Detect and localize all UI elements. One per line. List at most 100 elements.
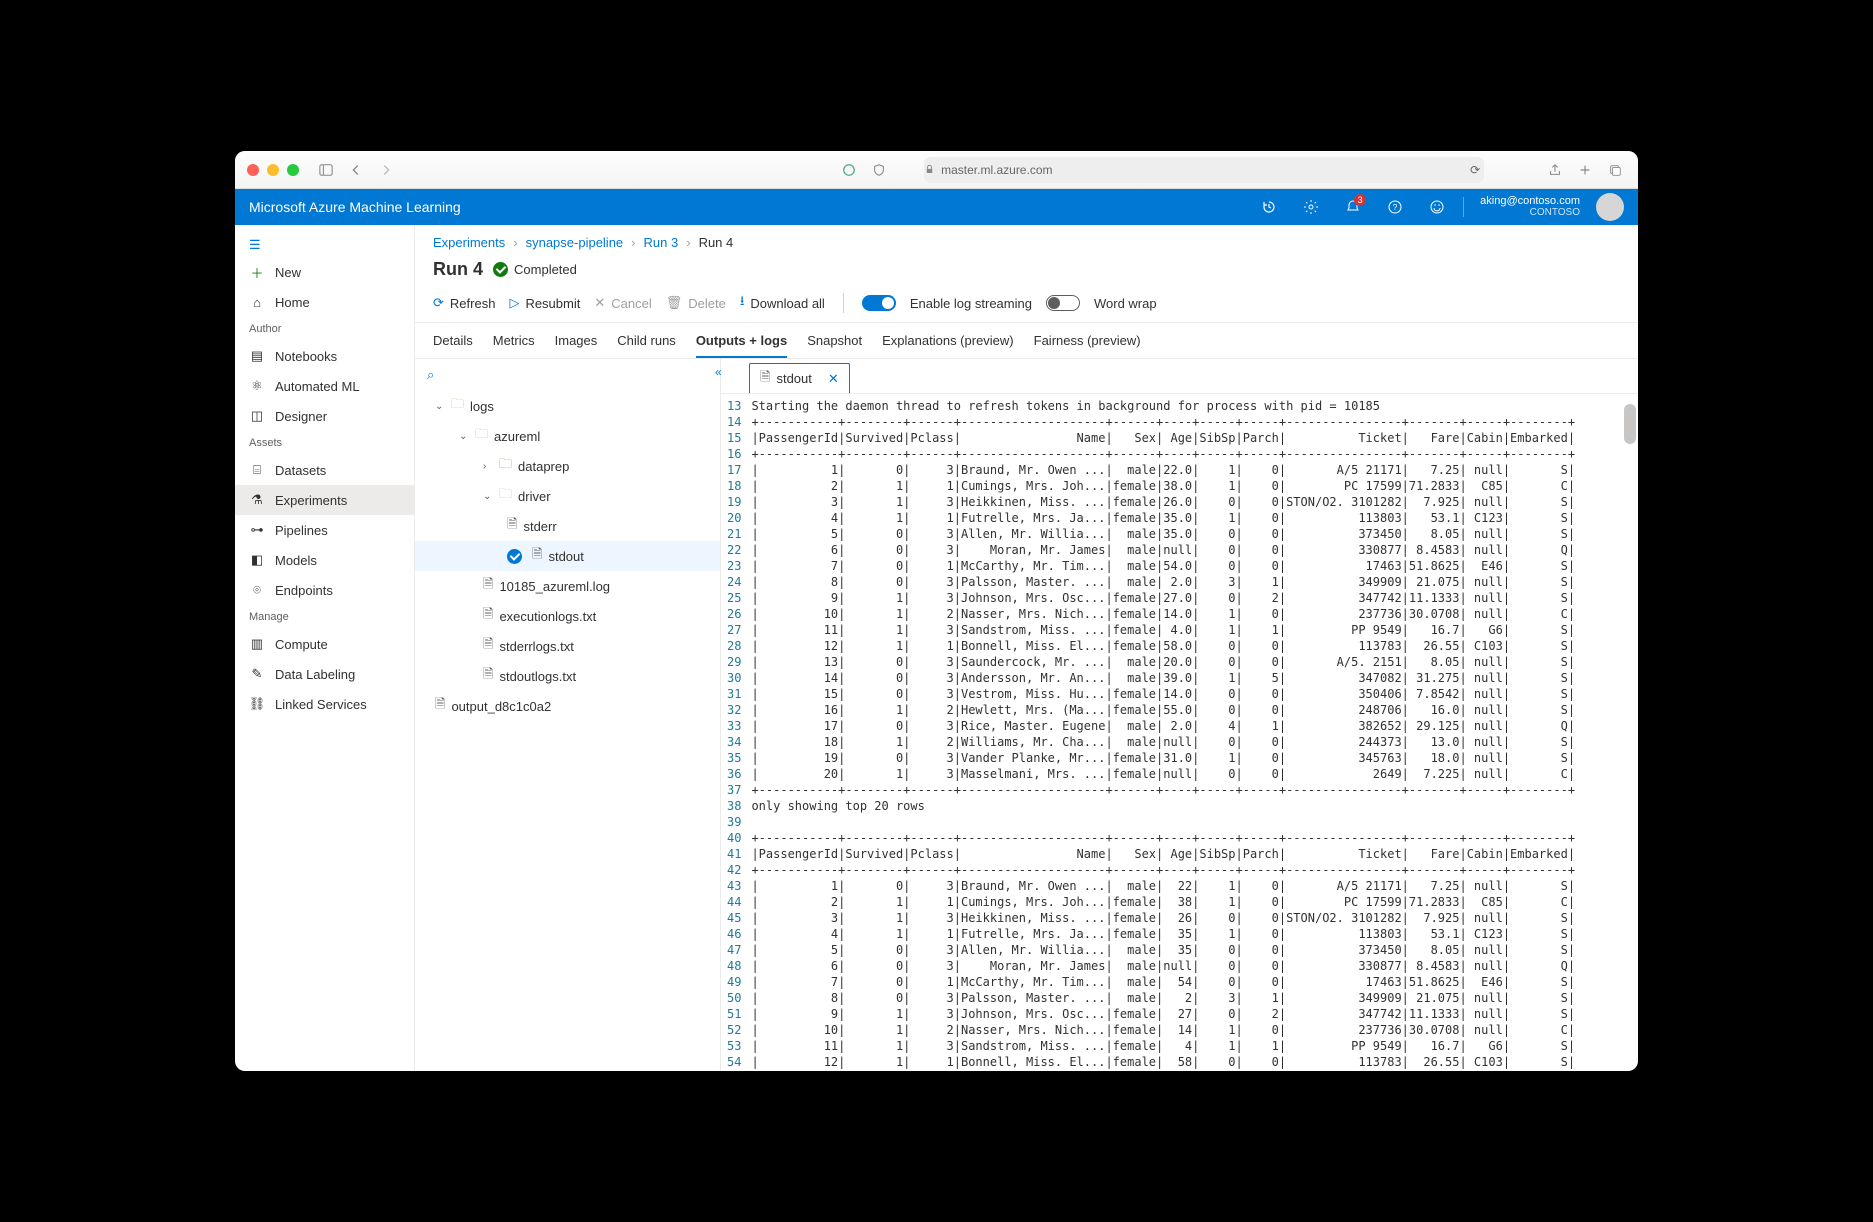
check-icon xyxy=(493,262,508,277)
new-tab-icon[interactable] xyxy=(1574,159,1596,181)
line-number: 15 xyxy=(727,430,741,446)
resubmit-button[interactable]: ▷Resubmit xyxy=(509,295,580,311)
sidebar-item-linked-services[interactable]: ⛓ Linked Services xyxy=(235,689,414,719)
tab-outputs-logs[interactable]: Outputs + logs xyxy=(696,333,787,358)
sidebar-item-label: Linked Services xyxy=(275,697,367,712)
forward-button[interactable] xyxy=(375,159,397,181)
button-label: Delete xyxy=(688,296,726,311)
sidebar-item-designer[interactable]: ◫Designer xyxy=(235,401,414,431)
file-tab-stdout[interactable]: 🗎 stdout ✕ xyxy=(749,363,850,393)
sidebar-item-data-labeling[interactable]: ✎Data Labeling xyxy=(235,659,414,689)
line-number: 33 xyxy=(727,718,741,734)
file-tree-pane: ⌕ ⌄🗀logs ⌄🗀azureml ›🗀dataprep ⌄🗀driver 🗎… xyxy=(415,359,721,1071)
tree-file-stderr[interactable]: 🗎stderr xyxy=(415,511,720,541)
file-icon: 🗎 xyxy=(483,635,493,657)
line-number: 54 xyxy=(727,1054,741,1070)
hamburger-icon[interactable]: ☰ xyxy=(235,233,414,257)
sidebar-item-label: Notebooks xyxy=(275,349,337,364)
line-number: 25 xyxy=(727,590,741,606)
tab-explanations-preview-[interactable]: Explanations (preview) xyxy=(882,333,1014,358)
tree-file-stdoutlogs[interactable]: 🗎stdoutlogs.txt xyxy=(415,661,720,691)
log-line: | 8| 0| 3|Palsson, Master. ...| male| 2|… xyxy=(751,990,1628,1006)
sidebar-item-compute[interactable]: ▥Compute xyxy=(235,629,414,659)
sidebar-toggle-icon[interactable] xyxy=(315,159,337,181)
zoom-window-button[interactable] xyxy=(287,164,299,176)
tab-fairness-preview-[interactable]: Fairness (preview) xyxy=(1034,333,1141,358)
line-number: 34 xyxy=(727,734,741,750)
avatar[interactable] xyxy=(1596,193,1624,221)
log-streaming-toggle[interactable] xyxy=(862,295,896,311)
address-bar[interactable]: master.ml.azure.com ⟳ xyxy=(924,157,1484,183)
sidebar-item-new[interactable]: ＋New xyxy=(235,257,414,287)
log-line: | 1| 0| 3|Braund, Mr. Owen ...| male|22.… xyxy=(751,462,1628,478)
search-icon[interactable]: ⌕ xyxy=(415,359,720,391)
privacy-icon[interactable] xyxy=(838,159,860,181)
collapse-pane-icon[interactable]: « xyxy=(715,365,733,383)
sidebar-item-label: Data Labeling xyxy=(275,667,355,682)
shield-icon[interactable] xyxy=(868,159,890,181)
tree-label: stderr xyxy=(523,519,556,534)
line-number: 22 xyxy=(727,542,741,558)
tree-file-executionlogs[interactable]: 🗎executionlogs.txt xyxy=(415,601,720,631)
toolbar-separator xyxy=(843,293,844,313)
share-icon[interactable] xyxy=(1544,159,1566,181)
tab-details[interactable]: Details xyxy=(433,333,473,358)
refresh-button[interactable]: ⟳Refresh xyxy=(433,295,495,311)
back-button[interactable] xyxy=(345,159,367,181)
selected-check-icon xyxy=(507,549,522,564)
tree-label: azureml xyxy=(494,429,540,444)
log-line: +-----------+--------+------+-----------… xyxy=(751,862,1628,878)
tree-folder-driver[interactable]: ⌄🗀driver xyxy=(415,481,720,511)
tab-metrics[interactable]: Metrics xyxy=(493,333,535,358)
sidebar-item-label: Compute xyxy=(275,637,328,652)
sidebar-item-automated-ml[interactable]: ⚛Automated ML xyxy=(235,371,414,401)
tabs-icon[interactable] xyxy=(1604,159,1626,181)
minimize-window-button[interactable] xyxy=(267,164,279,176)
tree-label: output_d8c1c0a2 xyxy=(451,699,551,714)
tree-file-azureml-log[interactable]: 🗎10185_azureml.log xyxy=(415,571,720,601)
tab-child-runs[interactable]: Child runs xyxy=(617,333,676,358)
help-icon[interactable]: ? xyxy=(1379,191,1411,223)
crumb-pipeline[interactable]: synapse-pipeline xyxy=(526,235,624,250)
crumb-run3[interactable]: Run 3 xyxy=(644,235,679,250)
sidebar-item-datasets[interactable]: ⌸Datasets xyxy=(235,455,414,485)
traffic-lights xyxy=(247,164,299,176)
tree-label: stdout xyxy=(548,549,583,564)
tab-images[interactable]: Images xyxy=(555,333,598,358)
scrollbar[interactable] xyxy=(1624,404,1636,1061)
log-content[interactable]: Starting the daemon thread to refresh to… xyxy=(751,394,1638,1071)
download-all-button[interactable]: ⭳Download all xyxy=(740,292,825,314)
brand-title: Microsoft Azure Machine Learning xyxy=(249,199,461,215)
scrollbar-thumb[interactable] xyxy=(1624,404,1636,444)
sidebar-item-notebooks[interactable]: ▤Notebooks xyxy=(235,341,414,371)
breadcrumb: Experiments› synapse-pipeline› Run 3› Ru… xyxy=(415,225,1638,259)
tab-snapshot[interactable]: Snapshot xyxy=(807,333,862,358)
sidebar-item-endpoints[interactable]: ⌾Endpoints xyxy=(235,575,414,605)
tree-folder-azureml[interactable]: ⌄🗀azureml xyxy=(415,421,720,451)
close-tab-icon[interactable]: ✕ xyxy=(828,371,839,387)
crumb-experiments[interactable]: Experiments xyxy=(433,235,505,250)
close-window-button[interactable] xyxy=(247,164,259,176)
word-wrap-toggle[interactable] xyxy=(1046,295,1080,311)
feedback-icon[interactable] xyxy=(1421,191,1453,223)
sidebar-item-experiments[interactable]: ⚗Experiments xyxy=(235,485,414,515)
account-info[interactable]: aking@contoso.com CONTOSO xyxy=(1480,195,1580,219)
tree-file-output[interactable]: 🗎output_d8c1c0a2 xyxy=(415,691,720,721)
link-icon: ⛓ xyxy=(249,696,265,712)
tree-file-stderrlogs[interactable]: 🗎stderrlogs.txt xyxy=(415,631,720,661)
sidebar-item-home[interactable]: ⌂Home xyxy=(235,287,414,317)
sidebar-item-pipelines[interactable]: ⊶Pipelines xyxy=(235,515,414,545)
line-number: 41 xyxy=(727,846,741,862)
tree-file-stdout[interactable]: 🗎stdout xyxy=(415,541,720,571)
settings-icon[interactable] xyxy=(1295,191,1327,223)
sidebar-group-manage: Manage xyxy=(235,605,414,629)
history-icon[interactable] xyxy=(1253,191,1285,223)
sidebar-item-models[interactable]: ◧Models xyxy=(235,545,414,575)
notifications-icon[interactable]: 3 xyxy=(1337,191,1369,223)
log-line: | 3| 1| 3|Heikkinen, Miss. ...|female| 2… xyxy=(751,910,1628,926)
line-number: 31 xyxy=(727,686,741,702)
reader-icon[interactable]: ⟳ xyxy=(1470,163,1480,177)
tree-folder-dataprep[interactable]: ›🗀dataprep xyxy=(415,451,720,481)
svg-text:?: ? xyxy=(1393,203,1398,212)
tree-folder-logs[interactable]: ⌄🗀logs xyxy=(415,391,720,421)
